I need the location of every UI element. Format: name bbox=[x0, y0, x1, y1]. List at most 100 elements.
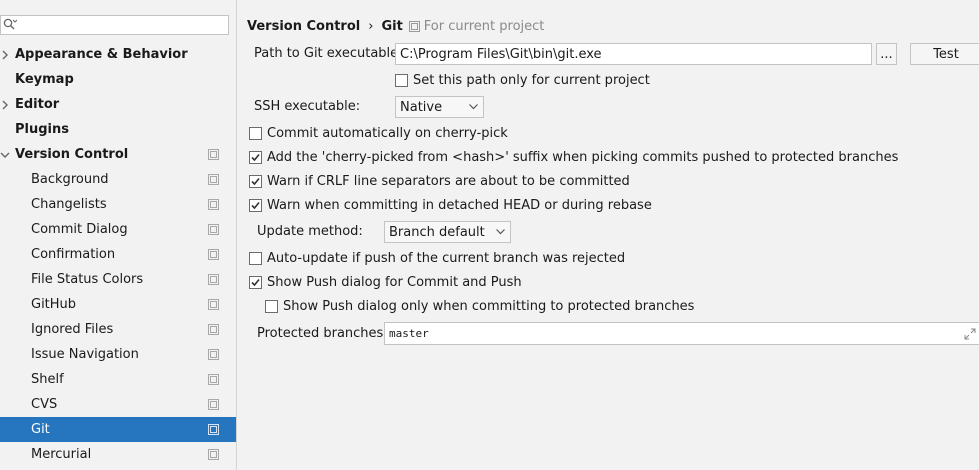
sidebar-item[interactable]: Plugins bbox=[0, 117, 236, 142]
sidebar-item[interactable]: Version Control bbox=[0, 142, 236, 167]
breadcrumb-separator: › bbox=[368, 18, 374, 34]
checkbox-box[interactable] bbox=[265, 299, 278, 313]
project-scope-icon bbox=[408, 20, 420, 32]
update-method-dropdown[interactable]: Branch default bbox=[384, 221, 511, 243]
chevron-down-icon bbox=[496, 229, 505, 235]
search-icon bbox=[3, 18, 17, 30]
checkbox-label: Commit automatically on cherry-pick bbox=[267, 125, 508, 141]
scope-note-text: For current project bbox=[423, 18, 545, 34]
chevron-down-icon[interactable] bbox=[0, 150, 10, 160]
protected-branches-label: Protected branches: bbox=[257, 326, 388, 341]
auto-update-checkbox[interactable]: Auto-update if push of the current branc… bbox=[249, 249, 625, 267]
git-path-input[interactable]: C:\Program Files\Git\bin\git.exe bbox=[395, 43, 872, 65]
checkbox-box[interactable] bbox=[249, 198, 262, 212]
project-scope-icon bbox=[208, 299, 219, 310]
checkbox-box[interactable] bbox=[249, 150, 262, 164]
checkbox-label: Warn when committing in detached HEAD or… bbox=[267, 197, 652, 213]
scope-note: For current project bbox=[408, 18, 545, 34]
sidebar-item-label: Changelists bbox=[31, 197, 107, 212]
ssh-dropdown-value: Native bbox=[400, 99, 443, 115]
checkbox-box[interactable] bbox=[249, 251, 262, 265]
project-scope-icon bbox=[208, 349, 219, 360]
sidebar-item-label: Confirmation bbox=[31, 247, 116, 262]
settings-search-input[interactable] bbox=[0, 15, 229, 35]
sidebar-item[interactable]: Mercurial bbox=[0, 442, 236, 467]
sidebar-item[interactable]: Issue Navigation bbox=[0, 342, 236, 367]
breadcrumb-current: Git bbox=[381, 18, 403, 34]
sidebar-item[interactable]: Keymap bbox=[0, 67, 236, 92]
project-scope-icon bbox=[208, 424, 219, 435]
checkbox-label: Show Push dialog only when committing to… bbox=[283, 298, 695, 314]
expand-icon[interactable] bbox=[964, 328, 976, 340]
update-method-label: Update method: bbox=[257, 224, 363, 239]
sidebar-item-label: Plugins bbox=[15, 122, 69, 137]
show-push-protected-checkbox[interactable]: Show Push dialog only when committing to… bbox=[265, 297, 694, 315]
protected-branches-value: master bbox=[389, 327, 429, 340]
update-method-value: Branch default bbox=[389, 224, 485, 240]
project-scope-icon bbox=[208, 249, 219, 260]
crlf-warning-checkbox[interactable]: Warn if CRLF line separators are about t… bbox=[249, 172, 630, 190]
checkbox-label: Set this path only for current project bbox=[413, 72, 650, 88]
sidebar-item[interactable]: Changelists bbox=[0, 192, 236, 217]
checkbox-label: Show Push dialog for Commit and Push bbox=[267, 274, 522, 290]
chevron-down-icon bbox=[469, 104, 478, 110]
sidebar-item[interactable]: Editor bbox=[0, 92, 236, 117]
checkmark-icon bbox=[251, 278, 260, 286]
checkbox-label: Add the 'cherry-picked from <hash>' suff… bbox=[267, 149, 899, 165]
checkbox-box[interactable] bbox=[249, 126, 262, 140]
sidebar-item-label: File Status Colors bbox=[31, 272, 144, 287]
project-scope-icon bbox=[208, 274, 219, 285]
sidebar-item-label: Issue Navigation bbox=[31, 347, 139, 362]
sidebar-item-label: Background bbox=[31, 172, 109, 187]
sidebar-item-label: GitHub bbox=[31, 297, 77, 312]
sidebar-item[interactable]: Shelf bbox=[0, 367, 236, 392]
sidebar-item-label: Commit Dialog bbox=[31, 222, 128, 237]
sidebar-item[interactable]: Confirmation bbox=[0, 242, 236, 267]
git-path-label: Path to Git executable: bbox=[254, 46, 403, 61]
breadcrumb: Version Control › Git For current projec… bbox=[247, 17, 544, 35]
project-scope-icon bbox=[208, 449, 219, 460]
sidebar-item-label: Mercurial bbox=[31, 447, 92, 462]
checkmark-icon bbox=[251, 153, 260, 161]
sidebar-item[interactable]: Git bbox=[0, 417, 236, 442]
test-button[interactable]: Test bbox=[910, 43, 979, 65]
checkbox-box[interactable] bbox=[249, 275, 262, 289]
project-scope-icon bbox=[208, 224, 219, 235]
checkbox-label: Warn if CRLF line separators are about t… bbox=[267, 173, 630, 189]
sidebar-item-label: Version Control bbox=[15, 147, 129, 162]
sidebar-item-label: Editor bbox=[15, 97, 60, 112]
sidebar-item[interactable]: Background bbox=[0, 167, 236, 192]
checkbox-box[interactable] bbox=[395, 73, 408, 87]
cherry-pick-suffix-checkbox[interactable]: Add the 'cherry-picked from <hash>' suff… bbox=[249, 148, 898, 166]
project-scope-icon bbox=[208, 174, 219, 185]
project-scope-icon bbox=[208, 374, 219, 385]
sidebar-item[interactable]: Commit Dialog bbox=[0, 217, 236, 242]
sidebar-item[interactable]: CVS bbox=[0, 392, 236, 417]
checkmark-icon bbox=[251, 201, 260, 209]
sidebar-item-label: CVS bbox=[31, 397, 58, 412]
project-scope-icon bbox=[208, 399, 219, 410]
chevron-right-icon[interactable] bbox=[0, 100, 10, 110]
sidebar-item[interactable]: File Status Colors bbox=[0, 267, 236, 292]
show-push-checkbox[interactable]: Show Push dialog for Commit and Push bbox=[249, 273, 522, 291]
checkbox-box[interactable] bbox=[249, 174, 262, 188]
ssh-label: SSH executable: bbox=[254, 99, 361, 114]
protected-branches-input[interactable]: master bbox=[384, 322, 979, 345]
detached-head-warning-checkbox[interactable]: Warn when committing in detached HEAD or… bbox=[249, 196, 652, 214]
git-settings-panel: Version Control › Git For current projec… bbox=[237, 8, 979, 470]
sidebar-item-label: Appearance & Behavior bbox=[15, 47, 188, 62]
cherry-pick-autocommit-checkbox[interactable]: Commit automatically on cherry-pick bbox=[249, 124, 508, 142]
breadcrumb-parent[interactable]: Version Control bbox=[247, 19, 360, 34]
sidebar-item[interactable]: GitHub bbox=[0, 292, 236, 317]
sidebar-item-label: Ignored Files bbox=[31, 322, 114, 337]
sidebar-item[interactable]: Appearance & Behavior bbox=[0, 42, 236, 67]
sidebar-item-label: Shelf bbox=[31, 372, 64, 387]
path-only-project-checkbox[interactable]: Set this path only for current project bbox=[395, 71, 650, 89]
chevron-right-icon[interactable] bbox=[0, 50, 10, 60]
ssh-dropdown[interactable]: Native bbox=[395, 96, 484, 118]
settings-sidebar: Appearance & Behavior Keymap Editor Plugins… bbox=[0, 0, 237, 470]
sidebar-item-label: Keymap bbox=[15, 72, 74, 87]
sidebar-item[interactable]: Ignored Files bbox=[0, 317, 236, 342]
browse-button[interactable]: ... bbox=[876, 43, 897, 65]
project-scope-icon bbox=[208, 149, 219, 160]
